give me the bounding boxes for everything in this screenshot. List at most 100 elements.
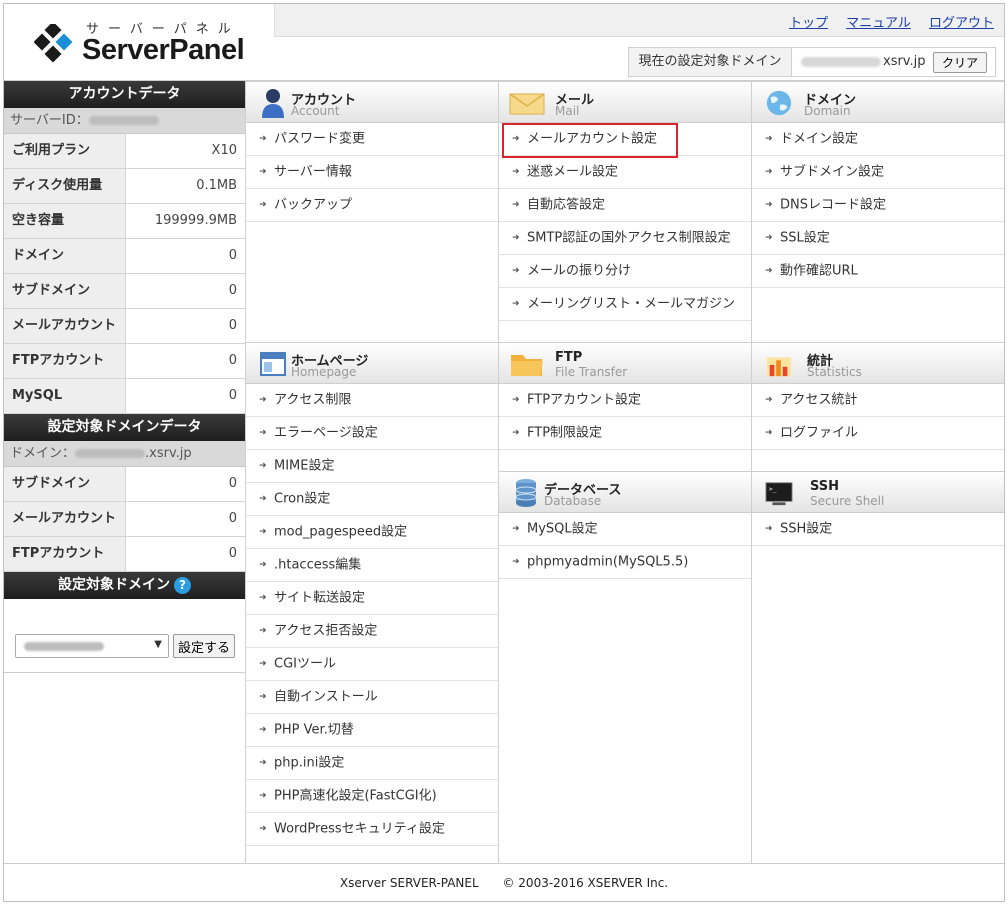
arrow-icon: ➜ — [512, 557, 520, 567]
top-link[interactable]: トップ — [789, 16, 828, 31]
menu-item[interactable]: ➜ SSL設定 — [752, 222, 1004, 255]
menu-item[interactable]: ➜ FTPアカウント設定 — [499, 384, 751, 417]
section-account: アカウント Account — [246, 81, 498, 123]
menu-item-label: サーバー情報 — [274, 164, 352, 180]
user-icon — [262, 89, 284, 118]
arrow-icon: ➜ — [259, 692, 267, 702]
menu-item[interactable]: ➜ SMTP認証の国外アクセス制限設定 — [499, 222, 751, 255]
account-data-title: アカウントデータ — [4, 81, 245, 108]
menu-item[interactable]: ➜ パスワード変更 — [246, 123, 498, 156]
section-ssh: >_ SSH Secure Shell — [752, 471, 1004, 513]
menu-item[interactable]: ➜ WordPressセキュリティ設定 — [246, 813, 498, 846]
menu-item[interactable]: ➜ phpmyadmin(MySQL5.5) — [499, 546, 751, 579]
menu-item[interactable]: ➜ 動作確認URL — [752, 255, 1004, 288]
arrow-icon: ➜ — [259, 167, 267, 177]
domain-select[interactable]: ▼ — [15, 634, 169, 658]
arrow-icon: ➜ — [512, 299, 520, 309]
menu-item[interactable]: ➜ .htaccess編集 — [246, 549, 498, 582]
menu-item[interactable]: ➜ php.ini設定 — [246, 747, 498, 780]
menu-item-label: 迷惑メール設定 — [527, 164, 619, 180]
footer-copyright: © 2003-2016 XSERVER Inc. — [502, 876, 669, 890]
menu-item-label: 動作確認URL — [780, 263, 858, 279]
menu-item[interactable]: ➜ CGIツール — [246, 648, 498, 681]
data-row-value: X10 — [211, 143, 237, 158]
data-row-value: 0 — [228, 353, 237, 368]
menu-item[interactable]: ➜ アクセス統計 — [752, 384, 1004, 417]
menu-item[interactable]: ➜ ドメイン設定 — [752, 123, 1004, 156]
arrow-icon: ➜ — [512, 524, 520, 534]
menu-item-label: サイト転送設定 — [274, 590, 366, 606]
section-subtitle: Mail — [555, 104, 580, 118]
menu-item[interactable]: ➜ メールアカウント設定 — [499, 123, 751, 156]
current-domain-box: 現在の設定対象ドメイン xsrv.jp クリア — [628, 47, 996, 77]
menu-item-label: メールアカウント設定 — [527, 131, 658, 147]
menu-item[interactable]: ➜ サブドメイン設定 — [752, 156, 1004, 189]
svg-text:>_: >_ — [769, 485, 777, 493]
logout-link[interactable]: ログアウト — [929, 16, 994, 31]
menu-item[interactable]: ➜ アクセス制限 — [246, 384, 498, 417]
arrow-icon: ➜ — [259, 461, 267, 471]
serverpanel-logo[interactable]: サーバーパネル ServerPanel — [4, 4, 274, 80]
section-homepage: ホームページ Homepage — [246, 342, 498, 384]
database-menu: ➜ MySQL設定 ➜ phpmyadmin(MySQL5.5) — [499, 513, 751, 579]
menu-item[interactable]: ➜ PHP高速化設定(FastCGI化) — [246, 780, 498, 813]
clear-button[interactable]: クリア — [932, 52, 987, 73]
arrow-icon: ➜ — [765, 428, 773, 438]
header: トップ マニュアル ログアウト 現在の設定対象ドメイン xsrv.jp クリア — [274, 4, 1004, 81]
data-row: FTPアカウント 0 — [4, 344, 245, 379]
menu-item[interactable]: ➜ FTP制限設定 — [499, 417, 751, 450]
menu-item[interactable]: ➜ バックアップ — [246, 189, 498, 222]
menu-item[interactable]: ➜ PHP Ver.切替 — [246, 714, 498, 747]
menu-item[interactable]: ➜ ログファイル — [752, 417, 1004, 450]
data-row: MySQL 0 — [4, 379, 245, 414]
menu-item-label: 自動インストール — [274, 689, 378, 705]
menu-item[interactable]: ➜ メーリングリスト・メールマガジン — [499, 288, 751, 321]
menu-item[interactable]: ➜ エラーページ設定 — [246, 417, 498, 450]
menu-item[interactable]: ➜ Cron設定 — [246, 483, 498, 516]
domain-select-area: ▼ 設定する — [4, 599, 245, 673]
menu-item[interactable]: ➜ 自動応答設定 — [499, 189, 751, 222]
menu-item[interactable]: ➜ MIME設定 — [246, 450, 498, 483]
arrow-icon: ➜ — [259, 626, 267, 636]
data-row: サブドメイン 0 — [4, 274, 245, 309]
arrow-icon: ➜ — [259, 593, 267, 603]
set-domain-button[interactable]: 設定する — [173, 634, 236, 658]
dropdown-caret-icon: ▼ — [154, 639, 162, 650]
menu-item-label: WordPressセキュリティ設定 — [274, 821, 445, 837]
menu-item[interactable]: ➜ SSH設定 — [752, 513, 1004, 546]
redacted-text — [88, 116, 159, 125]
data-row: 空き容量 199999.9MB — [4, 204, 245, 239]
menu-item-label: php.ini設定 — [274, 755, 345, 771]
arrow-icon: ➜ — [259, 659, 267, 669]
domain-row: ドメイン： .xsrv.jp — [4, 441, 245, 467]
section-stats: 統計 Statistics — [752, 342, 1004, 384]
arrow-icon: ➜ — [512, 428, 520, 438]
menu-item[interactable]: ➜ 迷惑メール設定 — [499, 156, 751, 189]
menu-item-label: アクセス拒否設定 — [274, 623, 378, 639]
data-row-value: 0 — [228, 248, 237, 263]
section-subtitle: Account — [291, 104, 340, 118]
data-row-key: サブドメイン — [4, 274, 126, 308]
menu-item-label: メーリングリスト・メールマガジン — [527, 296, 736, 312]
help-icon[interactable]: ? — [174, 576, 191, 594]
data-row-key: FTPアカウント — [4, 537, 126, 571]
domain-data-title: 設定対象ドメインデータ — [4, 414, 245, 441]
data-row-value: 0 — [228, 388, 237, 403]
menu-item[interactable]: ➜ 自動インストール — [246, 681, 498, 714]
arrow-icon: ➜ — [259, 395, 267, 405]
menu-item-label: アクセス制限 — [274, 392, 352, 408]
menu-item-label: DNSレコード設定 — [780, 197, 886, 213]
menu-item[interactable]: ➜ サイト転送設定 — [246, 582, 498, 615]
menu-item[interactable]: ➜ メールの振り分け — [499, 255, 751, 288]
menu-item[interactable]: ➜ アクセス拒否設定 — [246, 615, 498, 648]
menu-item-label: phpmyadmin(MySQL5.5) — [527, 554, 689, 570]
menu-item[interactable]: ➜ mod_pagespeed設定 — [246, 516, 498, 549]
menu-item[interactable]: ➜ サーバー情報 — [246, 156, 498, 189]
manual-link[interactable]: マニュアル — [846, 16, 911, 31]
menu-item[interactable]: ➜ MySQL設定 — [499, 513, 751, 546]
data-row: メールアカウント 0 — [4, 502, 245, 537]
section-subtitle: Statistics — [807, 365, 862, 379]
section-subtitle: Homepage — [291, 365, 357, 379]
column-3: ドメイン Domain ➜ ドメイン設定 ➜ サブドメイン設定 ➜ DNSレコード設定 ➜ S… — [752, 81, 1004, 863]
menu-item[interactable]: ➜ DNSレコード設定 — [752, 189, 1004, 222]
